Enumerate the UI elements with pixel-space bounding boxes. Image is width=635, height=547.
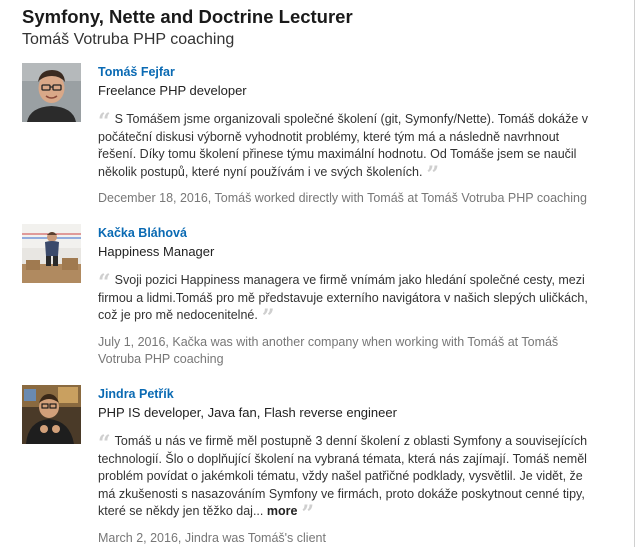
recommendation-quote: Svoji pozici Happiness managera ve firmě… — [98, 273, 588, 322]
person-portrait-icon — [22, 224, 81, 283]
recommendation-meta: March 2, 2016, Jindra was Tomáš's client — [98, 530, 326, 545]
recommender-name-link[interactable]: Tomáš Fejfar — [98, 64, 175, 80]
page-subtitle: Tomáš Votruba PHP coaching — [22, 31, 235, 48]
recommendation-body: Tomáš Fejfar Freelance PHP developer “S … — [98, 63, 598, 208]
recommendation-body: Kačka Bláhová Happiness Manager “Svoji p… — [98, 224, 598, 369]
person-portrait-icon — [22, 63, 81, 122]
more-link[interactable]: more — [267, 504, 298, 518]
recommender-name-link[interactable]: Jindra Petřík — [98, 386, 174, 402]
close-quote-icon: ” — [426, 161, 440, 188]
avatar[interactable] — [22, 385, 81, 444]
recommendation-text: “Svoji pozici Happiness managera ve firm… — [98, 272, 590, 329]
recommender-role: Freelance PHP developer — [98, 83, 247, 98]
recommendation-meta: December 18, 2016, Tomáš worked directly… — [98, 191, 587, 205]
page-header: Symfony, Nette and Doctrine Lecturer Tom… — [22, 6, 353, 50]
recommendation-quote: Tomáš u nás ve firmě měl postupně 3 denn… — [98, 434, 588, 518]
recommender-role: Happiness Manager — [98, 244, 215, 259]
recommendation-quote: S Tomášem jsme organizovali společné ško… — [98, 112, 589, 179]
close-quote-icon: ” — [301, 501, 315, 527]
recommendation-text: “Tomáš u nás ve firmě měl postupně 3 den… — [98, 433, 590, 525]
recommender-role: PHP IS developer, Java fan, Flash revers… — [98, 405, 397, 420]
recommendation-body: Jindra Petřík PHP IS developer, Java fan… — [98, 385, 598, 547]
recommendation-meta: July 1, 2016, Kačka was with another com… — [98, 334, 559, 367]
person-portrait-icon — [22, 385, 81, 444]
recommender-name-link[interactable]: Kačka Bláhová — [98, 225, 187, 241]
recommendation-text: “S Tomášem jsme organizovali společné šk… — [98, 111, 590, 186]
avatar[interactable] — [22, 63, 81, 122]
avatar[interactable] — [22, 224, 81, 283]
close-quote-icon: ” — [261, 305, 275, 331]
page-title: Symfony, Nette and Doctrine Lecturer — [22, 6, 353, 27]
